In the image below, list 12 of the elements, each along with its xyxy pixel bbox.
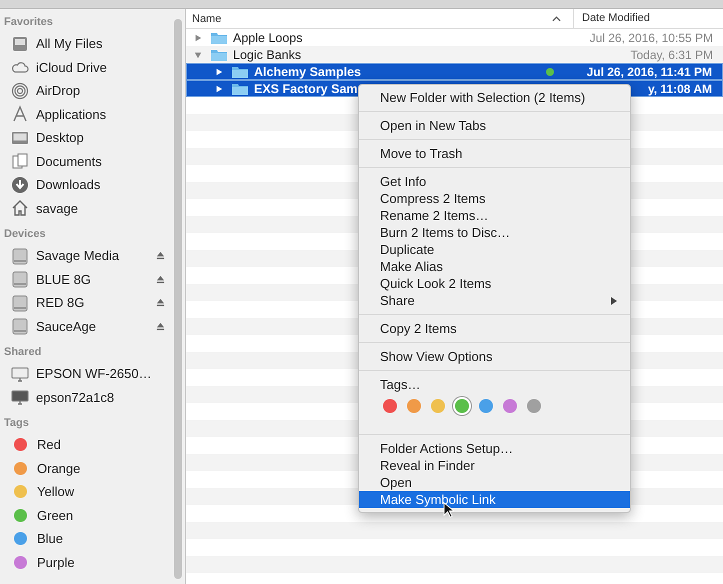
- file-name: Alchemy Samples: [254, 64, 361, 78]
- sidebar-heading: Tags: [3, 416, 30, 431]
- file-name: Apple Loops: [233, 30, 303, 44]
- date-modified: Jul 26, 2016, 11:41 PM: [586, 64, 713, 78]
- file-name: Logic Banks: [233, 48, 302, 62]
- date-modified: Today, 6:31 PM: [630, 48, 714, 62]
- sidebar-heading: Devices: [3, 227, 47, 242]
- date-modified: y, 11:08 AM: [646, 82, 713, 96]
- file-name: EXS Factory Sam: [254, 82, 358, 96]
- date-modified: Jul 26, 2016, 10:55 PM: [588, 30, 714, 44]
- sidebar-heading: Favorites: [3, 15, 54, 30]
- sidebar-heading: Shared: [3, 345, 42, 360]
